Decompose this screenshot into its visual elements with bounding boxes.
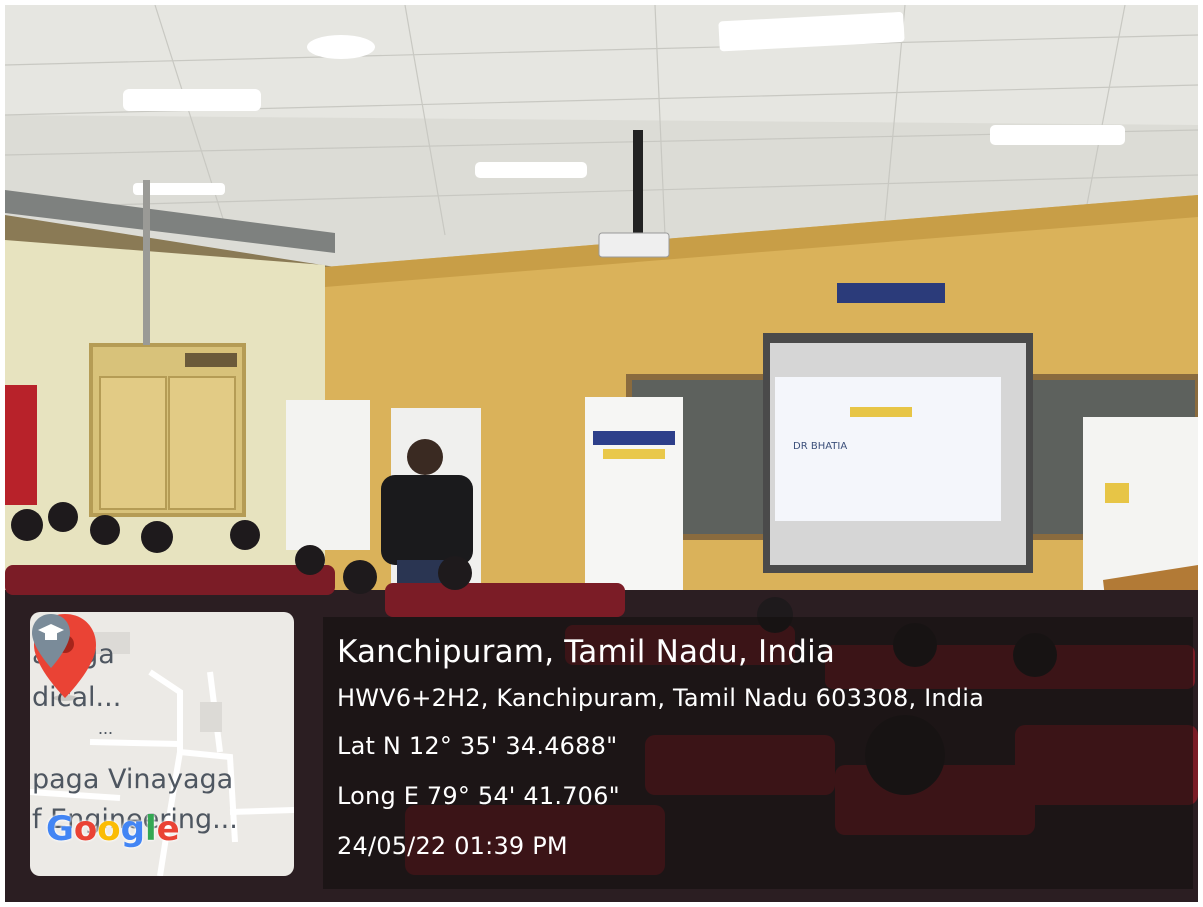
svg-text:DR BHATIA: DR BHATIA	[793, 441, 847, 452]
map-dots: ...	[98, 718, 114, 738]
latitude-text: Lat N 12° 35' 34.4688"	[337, 732, 618, 760]
map-label: paga Vinayaga	[32, 764, 234, 795]
google-logo-letter: G	[46, 809, 74, 849]
place-name: Kanchipuram, Tamil Nadu, India	[337, 634, 836, 670]
google-logo-letter: g	[120, 809, 145, 849]
longitude-text: Long E 79° 54' 41.706"	[337, 782, 620, 810]
address-text: HWV6+2H2, Kanchipuram, Tamil Nadu 603308…	[337, 684, 985, 712]
google-logo: Google	[46, 809, 180, 849]
map-thumbnail: ayaga dical... ... paga Vinayaga f Engin…	[30, 612, 294, 876]
google-logo-letter: o	[73, 809, 98, 849]
google-logo-letter: e	[156, 809, 180, 849]
graduation-cap-icon	[32, 614, 70, 668]
google-logo-letter: l	[144, 809, 157, 849]
timestamp-text: 24/05/22 01:39 PM	[337, 832, 568, 860]
google-logo-letter: o	[97, 809, 121, 849]
